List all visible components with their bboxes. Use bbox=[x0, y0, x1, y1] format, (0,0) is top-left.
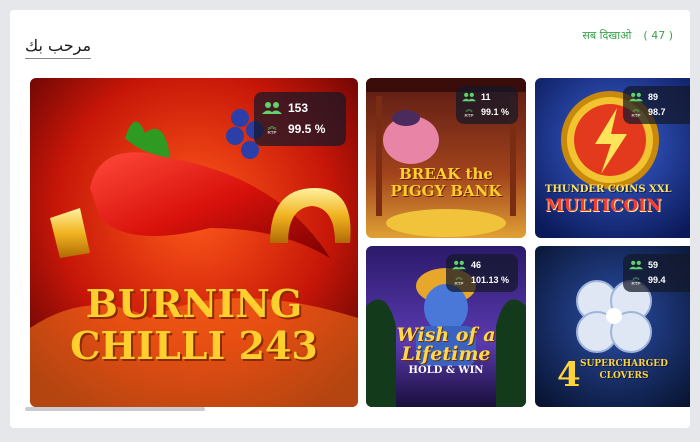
players-count: 46 bbox=[471, 260, 482, 270]
rtp-icon: ︽ RTP bbox=[631, 106, 641, 118]
players-icon bbox=[262, 102, 282, 114]
players-icon bbox=[462, 92, 476, 102]
games-section: مرحب بك सब दिखाओ ( 47 ) BURNING CHILLI 24… bbox=[10, 10, 690, 428]
game-title-line: MULTICOIN bbox=[545, 196, 662, 216]
rtp-icon: ︽ RTP bbox=[454, 274, 464, 286]
show-all-label: सब दिखाओ bbox=[582, 29, 632, 42]
section-title: مرحب بك bbox=[25, 36, 92, 59]
rtp-value: 98.7 bbox=[648, 107, 666, 117]
game-title-line: BREAK the bbox=[399, 165, 493, 183]
game-title-line: PIGGY BANK bbox=[390, 182, 502, 200]
game-tile-thunder-coins[interactable]: THUNDER COINS XXL MULTICOIN 89 ︽ RTP 98.7 bbox=[535, 78, 690, 238]
game-title-line: CLOVERS bbox=[599, 371, 649, 381]
game-title-line: Lifetime bbox=[401, 343, 491, 365]
game-tile-piggy-bank[interactable]: BREAK the PIGGY BANK 11 ︽ RTP 99.1 % bbox=[366, 78, 526, 238]
game-stats-badge: 46 ︽ RTP 101.13 % bbox=[446, 254, 518, 292]
players-icon bbox=[452, 260, 466, 270]
players-icon bbox=[629, 92, 643, 102]
horizontal-scrollbar[interactable] bbox=[25, 407, 205, 411]
show-all-link[interactable]: सब दिखाओ ( 47 ) bbox=[582, 28, 673, 43]
show-all-count: ( 47 ) bbox=[643, 29, 673, 42]
rtp-value: 99.4 bbox=[648, 275, 666, 285]
game-stats-badge: 59 ︽ RTP 99.4 bbox=[623, 254, 690, 292]
rtp-icon: ︽ RTP bbox=[631, 274, 641, 286]
game-title-line: SUPERCHARGED bbox=[580, 359, 668, 369]
game-title-line: HOLD & WIN bbox=[408, 365, 484, 376]
players-count: 11 bbox=[481, 92, 491, 102]
game-title-line: CHILLI 243 bbox=[70, 323, 318, 368]
rtp-value: 99.1 % bbox=[481, 107, 510, 117]
game-tile-burning-chilli[interactable]: BURNING CHILLI 243 153 ︽ RTP 99.5 % bbox=[30, 78, 358, 407]
game-tile-wish-of-a-lifetime[interactable]: Wish of a Lifetime HOLD & WIN 46 ︽ RTP 10… bbox=[366, 246, 526, 407]
players-count: 153 bbox=[288, 101, 309, 115]
game-stats-badge: 11 ︽ RTP 99.1 % bbox=[456, 86, 518, 124]
game-title-line: BURNING bbox=[85, 281, 303, 326]
rtp-icon: ︽ RTP bbox=[464, 106, 474, 118]
players-count: 89 bbox=[648, 92, 659, 102]
rtp-value: 99.5 % bbox=[288, 122, 326, 136]
players-icon bbox=[629, 260, 643, 270]
game-stats-badge: 89 ︽ RTP 98.7 bbox=[623, 86, 690, 124]
rtp-value: 101.13 % bbox=[471, 275, 510, 285]
rtp-icon: ︽ RTP bbox=[267, 121, 277, 136]
players-count: 59 bbox=[648, 260, 659, 270]
game-tile-supercharged-clovers[interactable]: 4 SUPERCHARGED CLOVERS 59 ︽ RTP 99.4 bbox=[535, 246, 690, 407]
game-stats-badge: 153 ︽ RTP 99.5 % bbox=[254, 92, 346, 146]
